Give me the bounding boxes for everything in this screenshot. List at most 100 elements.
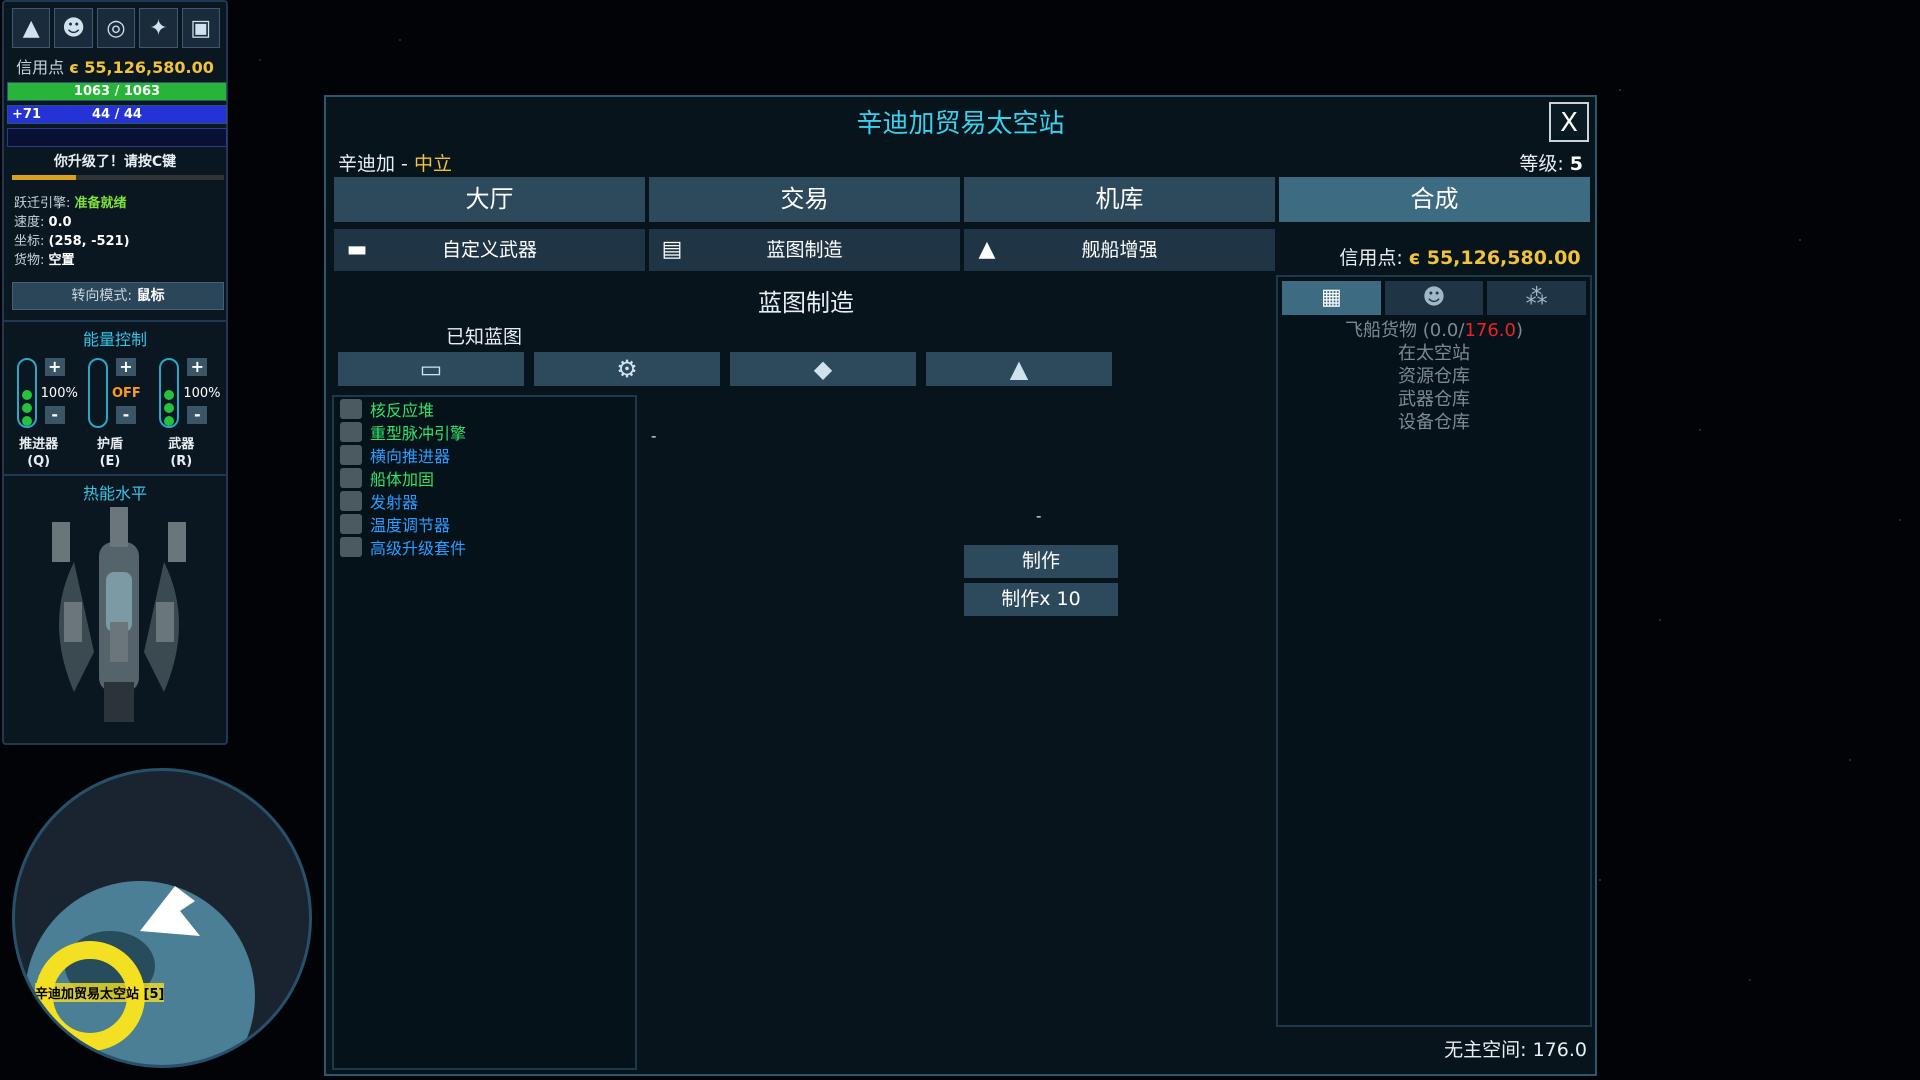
thruster-energy: + 100% - 推进器 (Q) [11,358,78,469]
materials-icon: ⁂ [1525,285,1548,310]
blueprint-item[interactable]: 高级升级套件 [334,535,635,558]
shield-bar [7,128,227,147]
energy-value: 44 / 44 [92,107,142,122]
ship-status-panel: ▲ ☻ ◎ ✦ ▣ 信用点 є 55,126,580.00 1063 / 106… [2,0,228,745]
cargo-tab-cargo[interactable]: ▦ [1282,281,1381,315]
galaxy-map-icon[interactable]: ✦ [139,8,178,48]
filter-module-button[interactable]: ◆ [730,352,916,386]
credits-value: є 55,126,580.00 [1408,247,1581,269]
thruster-minus-button[interactable]: - [44,406,65,424]
blueprint-item[interactable]: 船体加固 [334,466,635,489]
main-tabs: 大厅 交易 机库 合成 [334,177,1590,222]
blueprint-item-icon [340,490,362,511]
coords-label: 坐标: [14,234,45,249]
hud-credits: 信用点 є 55,126,580.00 [4,54,226,78]
subtab-label: 舰船增强 [1081,239,1158,261]
faction-name: 辛迪加 [338,153,396,175]
cargo-location-item[interactable]: 资源仓库 [1278,365,1590,388]
filter-turret-button[interactable]: ▭ [338,352,524,386]
thruster-plus-button[interactable]: + [44,358,65,376]
ship-icon: ▲ [978,237,996,262]
codex-icon[interactable]: ▣ [181,8,221,48]
blueprint-item[interactable]: 发射器 [334,489,635,512]
window-credits: 信用点: є 55,126,580.00 [1326,243,1594,270]
ingredients-placeholder: - [1036,507,1042,525]
blueprint-scroll-icon: ▤ [661,237,683,262]
levelup-message: 你升级了！请按C键 [53,154,177,170]
cargo-location-item[interactable]: 武器仓库 [1278,388,1590,411]
blueprint-item[interactable]: 核反应堆 [334,397,635,420]
free-space: 无主空间: 176.0 [1444,1039,1587,1061]
weapon-plus-button[interactable]: + [187,358,208,376]
cargo-location-item[interactable]: 设备仓库 [1278,411,1590,434]
blueprint-item-label: 横向推进器 [370,446,451,466]
thruster-pct: 100% [40,386,78,401]
tab-lobby[interactable]: 大厅 [334,177,645,222]
credits-value: є 55,126,580.00 [69,58,214,77]
energy-pip [21,416,32,426]
close-button[interactable]: X [1549,102,1589,142]
minimap[interactable]: 辛迪加贸易太空站 [5] [12,768,312,1068]
window-title: 辛迪加贸易太空站 [856,109,1065,139]
turn-mode-value: 鼠标 [136,288,165,304]
blueprint-item-icon [340,444,362,465]
faction-status: 中立 [413,153,452,175]
blueprint-item-label: 发射器 [370,492,419,512]
cargo-tab-crew[interactable]: ☻ [1384,281,1484,315]
blueprint-item-icon [340,513,362,534]
subtab-custom-weapons[interactable]: ▬ 自定义武器 [334,229,645,271]
craft-x10-button[interactable]: 制作x 10 [964,583,1118,616]
tab-trade[interactable]: 交易 [649,177,960,222]
filter-ship-button[interactable]: ▲ [926,352,1112,386]
speed-value: 0.0 [48,215,72,230]
shield-pct: OFF [111,386,141,401]
xp-bar [12,175,224,180]
heat-level-title: 热能水平 [4,474,226,504]
ship-icon[interactable]: ▲ [12,8,51,48]
cargo-tab-materials[interactable]: ⁂ [1487,281,1587,315]
radar-icon[interactable]: ◎ [96,8,136,48]
cargo-tabs: ▦ ☻ ⁂ [1278,277,1590,319]
blueprint-item[interactable]: 温度调节器 [334,512,635,535]
craft-button[interactable]: 制作 [964,545,1118,578]
tab-hangar[interactable]: 机库 [964,177,1275,222]
shield-minus-button[interactable]: - [115,406,136,424]
shield-gauge [87,358,108,428]
hud-icon-bar: ▲ ☻ ◎ ✦ ▣ [4,2,226,48]
speed-label: 速度: [14,215,45,230]
station-level: 等级: 5 [1519,149,1583,176]
filter-equipment-button[interactable]: ⚙ [534,352,720,386]
subtab-ship-upgrade[interactable]: ▲ 舰船增强 [964,229,1275,271]
blueprint-item[interactable]: 横向推进器 [334,443,635,466]
subtab-blueprint-crafting[interactable]: ▤ 蓝图制造 [649,229,960,271]
pilot-icon[interactable]: ☻ [54,8,93,48]
section-title: 蓝图制造 [758,289,854,317]
crafting-subtabs: ▬ 自定义武器 ▤ 蓝图制造 ▲ 舰船增强 [334,229,1275,271]
energy-bar: +71 44 / 44 [7,105,227,124]
hull-bar: 1063 / 1063 [7,82,227,101]
faction-separator: - [395,153,414,175]
level-label: 等级: [1519,153,1564,175]
weapon-minus-button[interactable]: - [187,406,208,424]
energy-pip [21,403,32,413]
blueprint-item-label: 核反应堆 [370,400,435,420]
blueprint-item[interactable]: 重型脉冲引擎 [334,420,635,443]
cargo-location-item[interactable]: 在太空站 [1278,342,1590,365]
energy-pip [164,390,175,400]
known-blueprints-title: 已知蓝图 [446,326,523,348]
warp-value: 准备就绪 [74,196,127,211]
ship-cargo-item[interactable]: 飞船货物 (0.0/176.0) [1278,319,1590,342]
shield-plus-button[interactable]: + [115,358,136,376]
blueprint-detail-placeholder: - [651,427,657,445]
weapon-gauge [159,358,180,428]
module-icon: ◆ [813,355,833,383]
cargo-panel: ▦ ☻ ⁂ 飞船货物 (0.0/176.0) 在太空站 资源仓库 武器仓库 设备… [1276,275,1592,1027]
player-ship-icon [140,886,200,936]
blueprint-item-label: 船体加固 [370,469,435,489]
crew-icon: ☻ [1422,285,1446,310]
tab-crafting[interactable]: 合成 [1279,177,1590,222]
blueprint-list: 核反应堆 重型脉冲引擎横向推进器船体加固发射器 温度调节器 高级升级套件 [332,395,637,1070]
turret-icon: ▭ [419,355,443,383]
credits-label: 信用点: [1339,247,1403,269]
turn-mode-button[interactable]: 转向模式: 鼠标 [12,282,224,310]
